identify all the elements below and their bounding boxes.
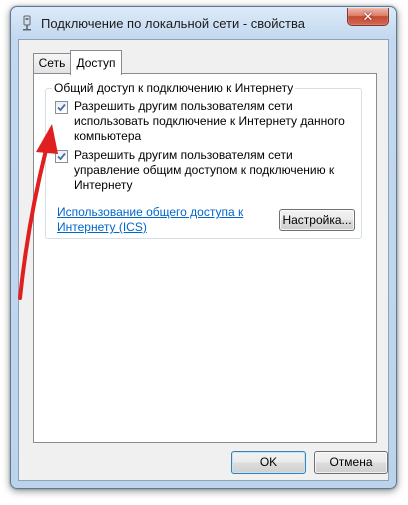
title-bar[interactable]: Подключение по локальной сети - свойства… (11, 7, 396, 39)
checkmark-icon (57, 103, 66, 112)
dialog-client-area: Сеть Доступ Общий доступ к подключению к… (18, 39, 389, 481)
group-title: Общий доступ к подключению к Интернету (52, 81, 296, 95)
internet-sharing-group: Общий доступ к подключению к Интернету Р… (45, 81, 362, 239)
tab-panel-sharing: Общий доступ к подключению к Интернету Р… (33, 73, 377, 443)
allow-control-checkbox[interactable] (55, 150, 68, 163)
tab-network[interactable]: Сеть (33, 53, 71, 73)
close-button[interactable]: ✕ (347, 8, 389, 26)
allow-sharing-checkbox[interactable] (55, 101, 68, 114)
cancel-button[interactable]: Отмена (314, 451, 388, 474)
ok-button[interactable]: OK (231, 451, 306, 474)
settings-button[interactable]: Настройка... (279, 209, 355, 231)
close-icon: ✕ (362, 9, 374, 24)
allow-sharing-label: Разрешить другим пользователям сети испо… (74, 99, 345, 143)
allow-control-label: Разрешить другим пользователям сети упра… (74, 148, 335, 192)
window-title: Подключение по локальной сети - свойства (41, 16, 305, 31)
network-connection-icon (19, 15, 35, 31)
properties-dialog: Подключение по локальной сети - свойства… (10, 6, 397, 489)
ics-help-link[interactable]: Использование общего доступа к Интернету… (57, 205, 267, 235)
tab-sharing[interactable]: Доступ (70, 50, 122, 75)
checkmark-icon (57, 152, 66, 161)
